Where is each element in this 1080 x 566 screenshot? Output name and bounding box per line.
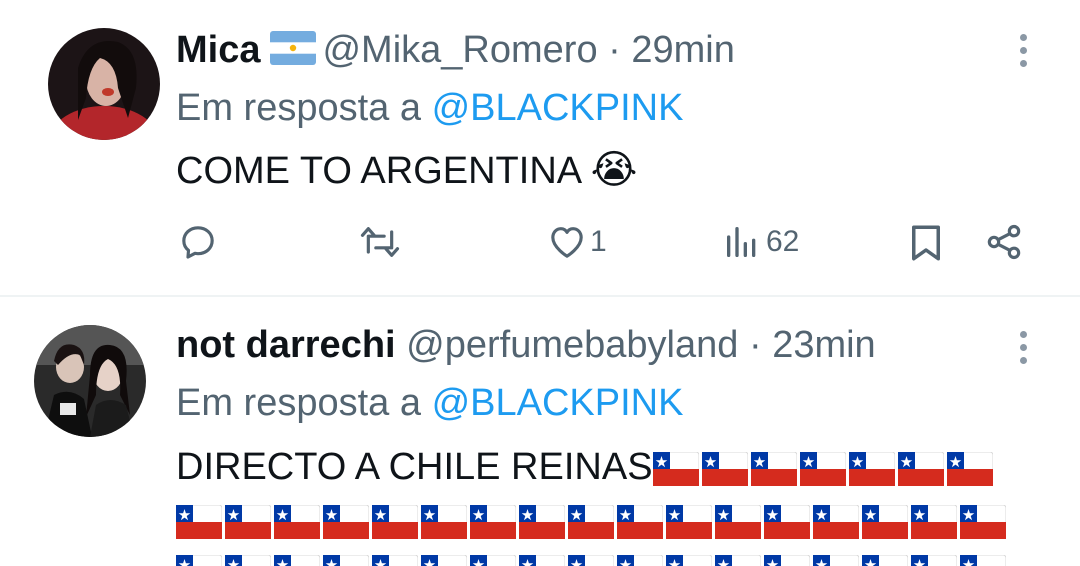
chile-flag-icon [666, 555, 712, 566]
reply-mention-link[interactable]: @BLACKPINK [432, 382, 684, 424]
chile-flag-icon [274, 555, 320, 566]
chile-flag-icon [652, 451, 699, 486]
chile-flag-icon [617, 555, 663, 566]
chile-flag-icon [323, 555, 369, 566]
views-icon [727, 227, 756, 257]
tweet-header: not darrechi @perfumebabyland · 23min [176, 323, 876, 367]
chile-flag-icon [225, 555, 271, 566]
chile-flag-icon [470, 555, 516, 566]
loudly-crying-face-emoji: 😭 [590, 148, 638, 192]
reply-prefix: Em resposta a [176, 87, 421, 129]
reply-prefix: Em resposta a [176, 382, 421, 424]
chile-flag-icon [960, 505, 1006, 539]
chile-flag-icon [519, 555, 565, 566]
reply-icon [182, 226, 214, 259]
retweet-icon [360, 227, 400, 257]
chile-flag-icon [715, 555, 761, 566]
chile-flag-icon [225, 505, 271, 539]
heart-icon [551, 227, 583, 258]
avatar[interactable] [48, 28, 160, 140]
views-button[interactable]: 62 [722, 222, 799, 262]
share-button[interactable] [984, 222, 1024, 262]
reply-button[interactable] [178, 222, 218, 262]
tweet-text-body: COME TO ARGENTINA [176, 150, 581, 192]
retweet-button[interactable] [358, 222, 402, 262]
chile-flag-icon [764, 505, 810, 539]
bookmark-button[interactable] [908, 222, 944, 264]
chile-flag-icon [421, 505, 467, 539]
tweet[interactable]: Mica @Mika_Romero · 29min Em resposta a @… [0, 0, 1080, 296]
chile-flag-icon [960, 555, 1006, 566]
timestamp[interactable]: 23min [772, 324, 876, 366]
tweet[interactable]: not darrechi @perfumebabyland · 23min Em… [0, 297, 1080, 566]
display-name[interactable]: not darrechi [176, 324, 396, 366]
chile-flag-icon [617, 505, 663, 539]
chile-flag-icon [176, 555, 222, 566]
chile-flag-icon [519, 505, 565, 539]
chile-flag-icon [911, 505, 957, 539]
display-name[interactable]: Mica [176, 29, 260, 71]
chile-flag-icon [946, 451, 993, 486]
chile-flag-icon [897, 451, 944, 486]
chile-flag-icon [372, 505, 418, 539]
like-button[interactable]: 1 [546, 222, 607, 262]
avatar[interactable] [34, 325, 146, 437]
more-options-icon[interactable] [1020, 34, 1028, 74]
tweet-header: Mica @Mika_Romero · 29min [176, 28, 735, 72]
chile-flag-icon [862, 505, 908, 539]
chile-flag-icon [848, 451, 895, 486]
argentina-flag-icon [270, 31, 317, 65]
chile-flag-emoji-group [652, 446, 996, 488]
timestamp[interactable]: 29min [631, 29, 735, 71]
reply-mention-link[interactable]: @BLACKPINK [432, 87, 684, 129]
chile-flag-icon [666, 505, 712, 539]
handle[interactable]: @perfumebabyland [406, 324, 738, 366]
reply-context: Em resposta a @BLACKPINK [176, 86, 683, 130]
chile-flag-icon [176, 505, 222, 539]
like-count: 1 [590, 225, 607, 258]
more-options-icon[interactable] [1020, 331, 1028, 371]
chile-flag-icon [372, 555, 418, 566]
chile-flag-icon [911, 555, 957, 566]
action-bar: 1 62 [0, 222, 1080, 268]
chile-flag-icon [862, 555, 908, 566]
chile-flag-icon [421, 555, 467, 566]
chile-flag-icon [750, 451, 797, 486]
chile-flag-icon [701, 451, 748, 486]
tweet-text-body: DIRECTO A CHILE REINAS [176, 446, 653, 488]
handle[interactable]: @Mika_Romero [322, 29, 597, 71]
chile-flag-emoji-row [176, 555, 1009, 566]
tweet-text: COME TO ARGENTINA 😭 [176, 148, 637, 193]
chile-flag-icon [813, 555, 859, 566]
chile-flag-icon [568, 555, 614, 566]
share-icon [987, 224, 1021, 260]
chile-flag-emoji-row [176, 505, 1009, 539]
tweet-text: DIRECTO A CHILE REINAS [176, 445, 996, 489]
reply-context: Em resposta a @BLACKPINK [176, 381, 683, 425]
chile-flag-icon [715, 505, 761, 539]
chile-flag-icon [813, 505, 859, 539]
chile-flag-icon [764, 555, 810, 566]
chile-flag-icon [799, 451, 846, 486]
views-count: 62 [766, 225, 800, 258]
chile-flag-icon [470, 505, 516, 539]
chile-flag-icon [274, 505, 320, 539]
bookmark-icon [912, 225, 940, 261]
chile-flag-icon [323, 505, 369, 539]
chile-flag-icon [568, 505, 614, 539]
separator: · [608, 29, 621, 71]
separator: · [748, 324, 762, 366]
